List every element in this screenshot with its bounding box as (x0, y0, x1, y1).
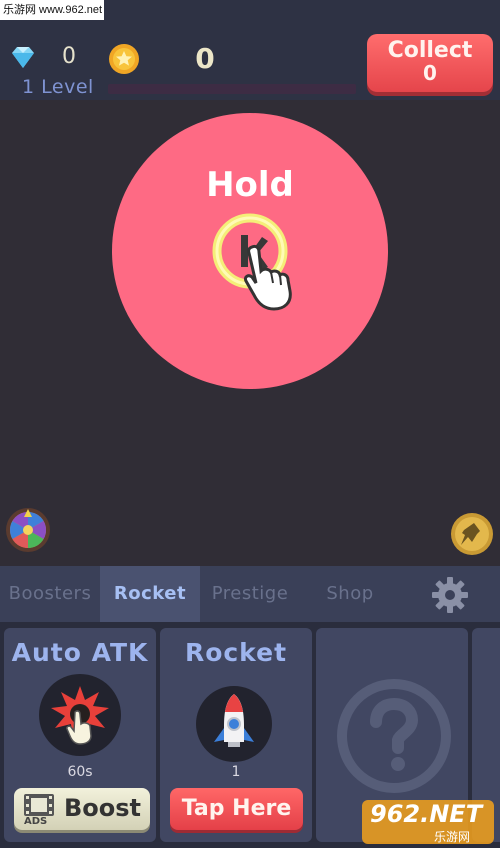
site-logo: 962.NET 乐游网 (360, 798, 496, 846)
auto-atk-icon (39, 674, 121, 756)
level-label: 1 Level (22, 76, 94, 98)
coin-icon (109, 44, 139, 74)
level-progress-bar (108, 84, 356, 94)
boost-label: Boost (64, 794, 142, 822)
hold-label: Hold (206, 165, 294, 205)
rocket-icon (214, 694, 254, 747)
diamond-count: 0 (62, 44, 76, 69)
watermark: 乐游网 www.962.net (0, 0, 104, 20)
ads-label: ADS (24, 816, 48, 827)
auto-atk-duration: 60s (67, 764, 93, 780)
rocket-card: Rocket 1 Tap Here (160, 628, 312, 842)
tap-here-label: Tap Here (181, 796, 292, 821)
auto-atk-title: Auto ATK (11, 638, 149, 667)
pointing-hand-icon (244, 244, 292, 311)
site-logo-sub: 乐游网 (434, 830, 471, 844)
rocket-icon-wrap (196, 686, 272, 762)
tab-shop[interactable]: Shop (300, 566, 400, 622)
collect-button[interactable]: Collect 0 (367, 34, 493, 92)
site-logo-text: 962.NET (370, 800, 483, 828)
auto-atk-card: Auto ATK 60s ADS Boost (4, 628, 156, 842)
coin-count: 0 (195, 42, 215, 75)
tab-bar: Boosters Rocket Prestige Shop (0, 566, 500, 622)
diamond-icon (12, 47, 34, 68)
rocket-title: Rocket (184, 638, 288, 667)
question-icon (337, 679, 451, 793)
gear-icon[interactable] (430, 575, 470, 615)
rocket-count: 1 (231, 764, 241, 780)
collect-label: Collect (387, 38, 473, 63)
tap-burst-icon (51, 686, 109, 745)
pin-icon[interactable] (450, 512, 494, 556)
tab-rocket[interactable]: Rocket (100, 566, 200, 622)
boost-ads-button[interactable]: ADS Boost (14, 788, 150, 830)
tab-prestige[interactable]: Prestige (200, 566, 300, 622)
fortune-wheel-icon[interactable] (5, 507, 51, 553)
tap-here-button[interactable]: Tap Here (170, 788, 303, 830)
collect-value: 0 (423, 61, 437, 85)
tab-boosters[interactable]: Boosters (0, 566, 100, 622)
hold-button[interactable]: Hold (112, 113, 388, 389)
